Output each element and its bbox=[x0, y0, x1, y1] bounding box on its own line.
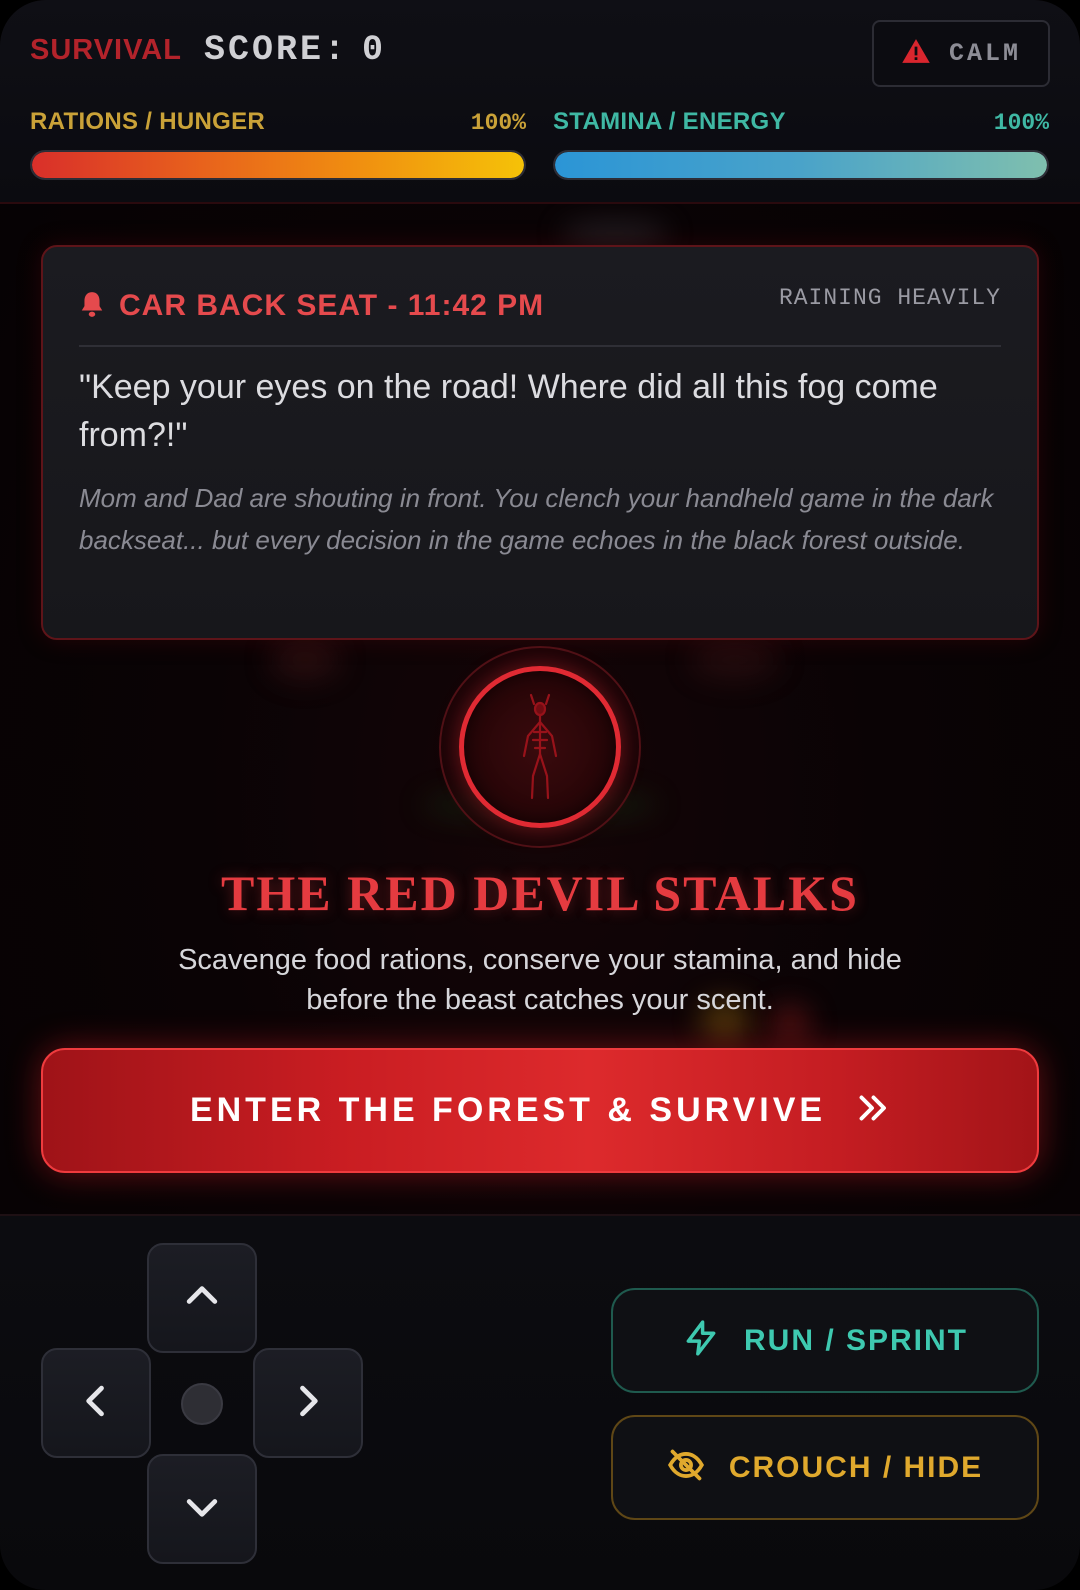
dpad-down-button[interactable] bbox=[147, 1454, 257, 1564]
score-label: SCORE: bbox=[203, 30, 348, 70]
chevron-right-icon bbox=[286, 1379, 330, 1428]
enter-forest-label: ENTER THE FOREST & SURVIVE bbox=[189, 1091, 827, 1129]
stamina-meter: STAMINA / ENERGY 100% bbox=[553, 108, 1049, 180]
hunger-bar-track bbox=[30, 150, 526, 180]
hud-bar: SURVIVAL SCORE: 0 CALM RATIONS / HUNGER 1… bbox=[0, 0, 1080, 204]
dpad-center bbox=[181, 1383, 223, 1425]
red-devil-figure-icon bbox=[459, 666, 621, 828]
run-sprint-label: RUN / SPRINT bbox=[743, 1323, 968, 1357]
stamina-bar-track bbox=[553, 150, 1049, 180]
title-row: SURVIVAL SCORE: 0 bbox=[30, 30, 386, 70]
threat-status-label: CALM bbox=[948, 39, 1021, 68]
dpad-right-button[interactable] bbox=[253, 1348, 363, 1458]
hunger-value: 100% bbox=[470, 110, 526, 136]
lightning-icon bbox=[682, 1319, 720, 1362]
crouch-hide-label: CROUCH / HIDE bbox=[728, 1450, 984, 1484]
stamina-value: 100% bbox=[993, 110, 1049, 136]
threat-status-button[interactable]: CALM bbox=[872, 20, 1050, 87]
story-card: CAR BACK SEAT - 11:42 PM RAINING HEAVILY… bbox=[41, 245, 1039, 640]
hunger-bar-fill bbox=[32, 152, 524, 178]
stamina-bar-fill bbox=[555, 152, 1047, 178]
game-screen: SURVIVAL SCORE: 0 CALM RATIONS / HUNGER 1… bbox=[0, 0, 1080, 1590]
chevron-down-icon bbox=[180, 1485, 224, 1534]
dpad-left-button[interactable] bbox=[41, 1348, 151, 1458]
chevron-up-icon bbox=[180, 1274, 224, 1323]
fog-glow bbox=[270, 640, 340, 680]
eye-off-icon bbox=[667, 1446, 705, 1489]
enter-forest-button[interactable]: ENTER THE FOREST & SURVIVE bbox=[41, 1048, 1039, 1173]
crouch-hide-button[interactable]: CROUCH / HIDE bbox=[611, 1415, 1039, 1520]
chevrons-right-icon bbox=[854, 1090, 890, 1131]
score-value: 0 bbox=[361, 30, 386, 70]
dialogue-quote: "Keep your eyes on the road! Where did a… bbox=[79, 368, 938, 454]
narration-text: Mom and Dad are shouting in front. You c… bbox=[79, 483, 994, 555]
hunger-label: RATIONS / HUNGER bbox=[30, 108, 266, 135]
fog-glow bbox=[560, 222, 670, 244]
warning-triangle-icon bbox=[901, 36, 931, 71]
game-title: SURVIVAL bbox=[30, 34, 182, 66]
fog-glow bbox=[690, 640, 780, 680]
chevron-left-icon bbox=[74, 1379, 118, 1428]
run-sprint-button[interactable]: RUN / SPRINT bbox=[611, 1288, 1039, 1393]
score-display: SCORE: 0 bbox=[204, 30, 386, 70]
dpad-up-button[interactable] bbox=[147, 1243, 257, 1353]
location-line: CAR BACK SEAT - 11:42 PM bbox=[79, 289, 544, 323]
story-header: CAR BACK SEAT - 11:42 PM RAINING HEAVILY bbox=[79, 283, 1001, 347]
weather-label: RAINING HEAVILY bbox=[778, 285, 1001, 311]
headline: THE RED DEVIL STALKS bbox=[221, 865, 859, 921]
stamina-label: STAMINA / ENERGY bbox=[553, 108, 786, 135]
intro-subline: Scavenge food rations, conserve your sta… bbox=[178, 944, 902, 1016]
location-label: CAR BACK SEAT - 11:42 PM bbox=[119, 289, 545, 322]
hunger-meter: RATIONS / HUNGER 100% bbox=[30, 108, 526, 180]
bell-icon bbox=[79, 290, 105, 323]
